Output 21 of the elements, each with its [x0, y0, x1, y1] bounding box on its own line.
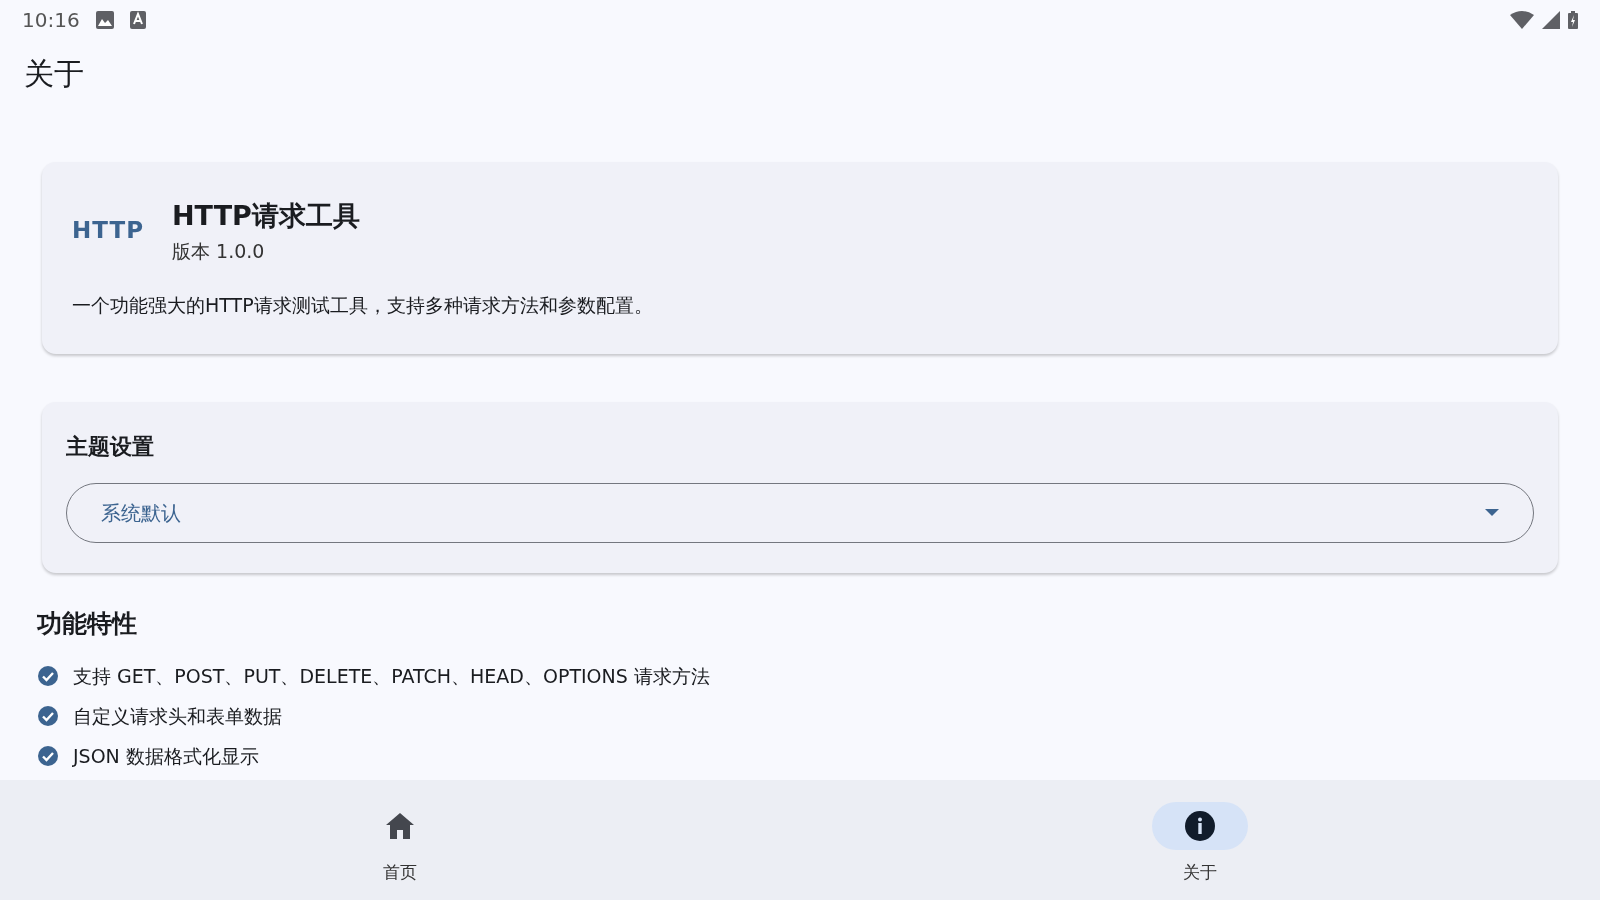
section-title: 功能特性: [37, 607, 138, 640]
app-description: 一个功能强大的HTTP请求测试工具，支持多种请求方法和参数配置。: [72, 293, 654, 318]
feature-text: 自定义请求头和表单数据: [73, 703, 282, 729]
feature-text: JSON 数据格式化显示: [73, 743, 259, 769]
wifi-icon: [1510, 11, 1534, 29]
info-icon: [1185, 811, 1215, 841]
feature-text: 支持 GET、POST、PUT、DELETE、PATCH、HEAD、OPTIONS 请求方法: [73, 663, 710, 689]
image-icon: [95, 11, 114, 29]
nav-tab[interactable]: 首页: [0, 780, 800, 900]
clock-time: 10:16: [22, 7, 80, 34]
home-icon: [385, 812, 415, 840]
dropdown-caret-icon: [1485, 508, 1499, 517]
keyboard-icon: [129, 11, 146, 29]
battery-icon: [1568, 11, 1578, 29]
page-title: 关于: [23, 55, 85, 93]
app-version: 版本 1.0.0: [172, 238, 266, 264]
app-name: HTTP请求工具: [172, 199, 360, 233]
signal-icon: [1542, 11, 1560, 29]
section-title: 主题设置: [66, 432, 155, 461]
nav-tab[interactable]: 关于: [800, 780, 1600, 900]
app-logo: HTTP: [72, 217, 144, 244]
